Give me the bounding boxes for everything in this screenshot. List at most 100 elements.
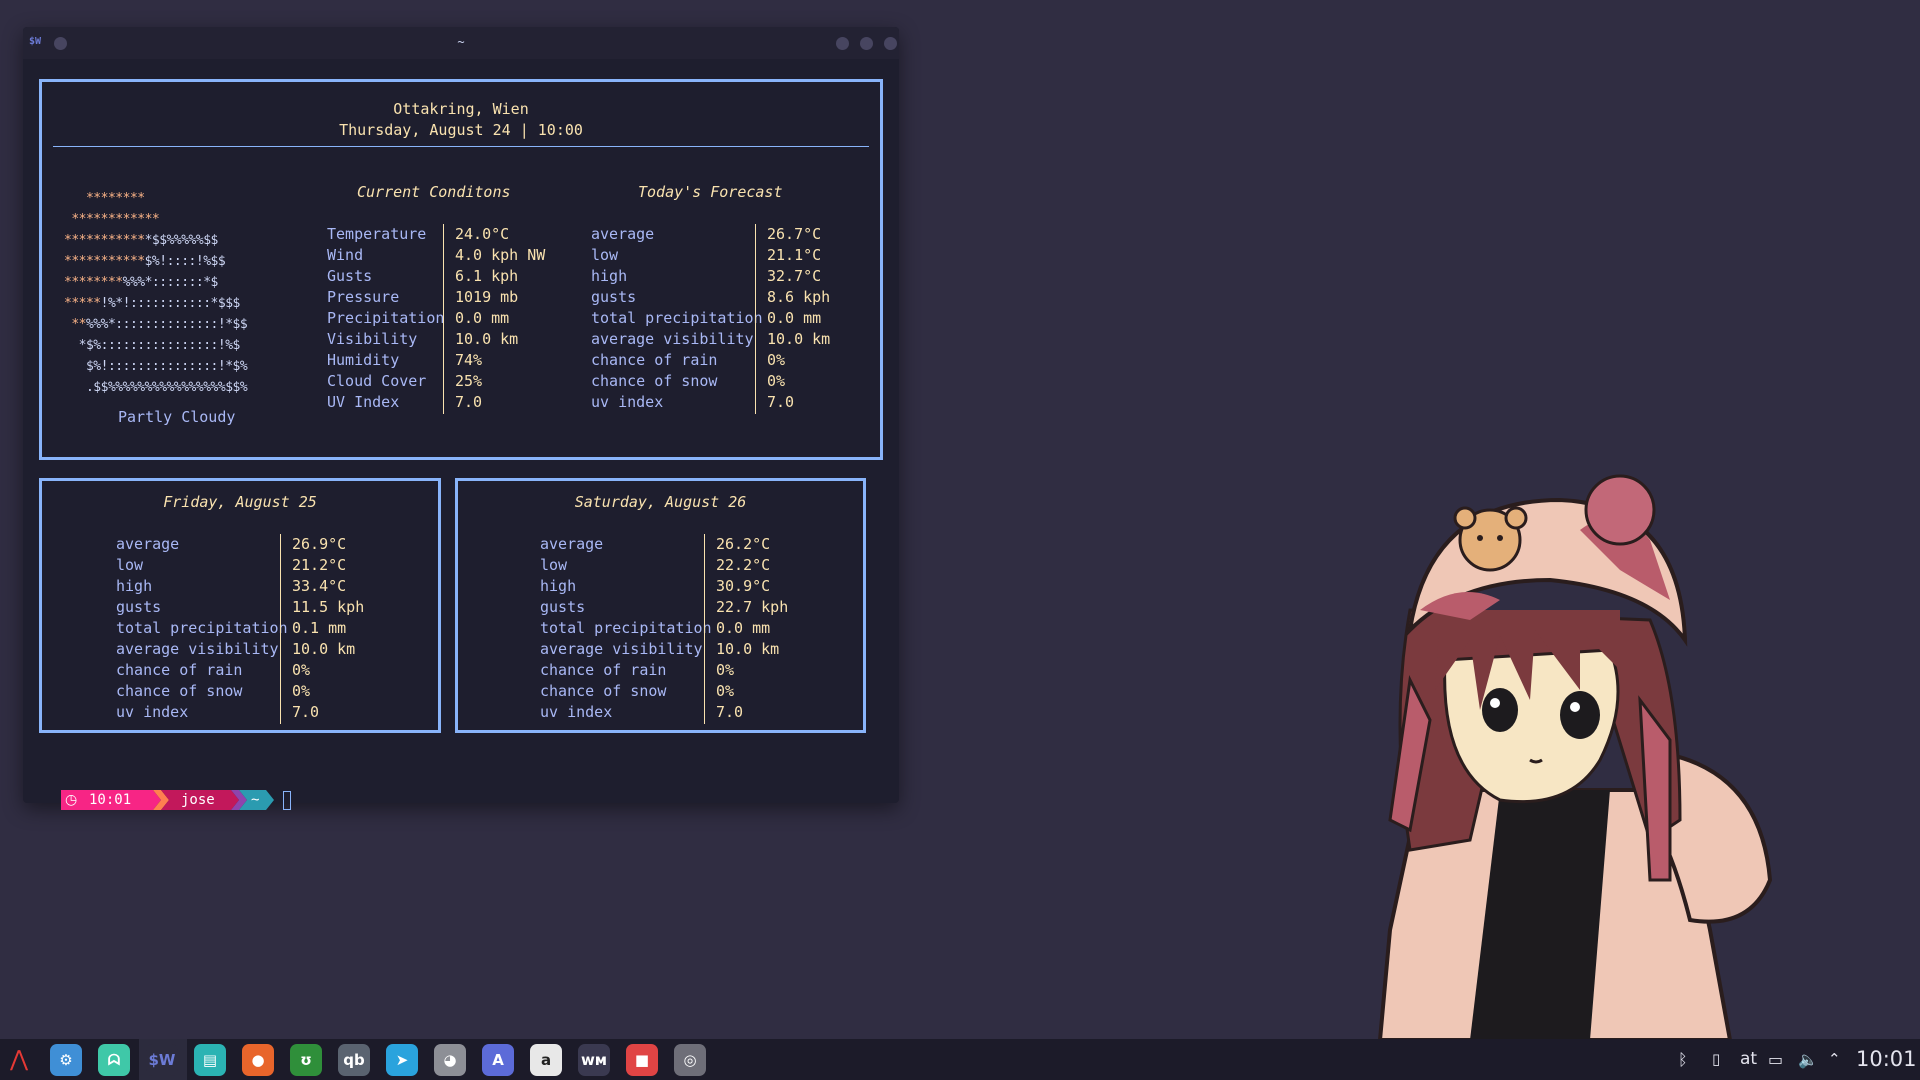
volume-icon[interactable]: 🔈 — [1798, 1039, 1818, 1080]
current-label: Temperature — [327, 224, 444, 245]
ascii-art-line: $%!:::::::::::::::!*$% — [64, 356, 247, 377]
files-icon[interactable]: ▤ — [194, 1044, 226, 1076]
forecast-value: 0% — [292, 660, 364, 681]
keyboard-layout[interactable]: at — [1740, 1039, 1757, 1080]
forecast-day1-values: 26.9°C21.2°C33.4°C11.5 kph0.1 mm10.0 km0… — [292, 534, 364, 723]
close-button[interactable] — [884, 37, 897, 50]
current-value: 7.0 — [455, 392, 545, 413]
date-time: Thursday, August 24 | 10:00 — [42, 120, 880, 141]
usb-drive-icon[interactable]: ▯ — [1712, 1039, 1720, 1080]
minimize-button[interactable] — [836, 37, 849, 50]
maximize-button[interactable] — [860, 37, 873, 50]
today-label: chance of snow — [591, 371, 763, 392]
ascii-art-line: ***********$%!::::!%$$ — [64, 251, 247, 272]
forecast-value: 10.0 km — [292, 639, 364, 660]
prompt-dir: ~ — [251, 790, 259, 810]
prompt-user: jose — [181, 790, 215, 810]
ascii-art-line: ********%%%*:::::::*$ — [64, 272, 247, 293]
today-label: average visibility — [591, 329, 763, 350]
current-values: 24.0°C4.0 kph NW6.1 kph1019 mb0.0 mm10.0… — [455, 224, 545, 413]
current-label: Wind — [327, 245, 444, 266]
recorder-icon[interactable]: ■ — [626, 1044, 658, 1076]
location: Ottakring, Wien — [42, 99, 880, 120]
forecast-day1-labels: averagelowhighguststotal precipitationav… — [116, 534, 288, 723]
app-icon[interactable]: a — [530, 1044, 562, 1076]
forecast-value: 33.4°C — [292, 576, 364, 597]
appimage-icon[interactable]: A — [482, 1044, 514, 1076]
today-label: average — [591, 224, 763, 245]
ascii-art-line: ************$$%%%%%$$ — [64, 230, 247, 251]
forecast-value: 0% — [716, 681, 788, 702]
qbittorrent-icon[interactable]: qb — [338, 1044, 370, 1076]
current-value: 10.0 km — [455, 329, 545, 350]
network-icon[interactable]: ▭ — [1768, 1039, 1783, 1080]
terminal-cursor[interactable] — [283, 791, 291, 810]
clock-icon: ◷ — [65, 790, 77, 810]
bluetooth-icon[interactable]: ᛒ — [1678, 1039, 1688, 1080]
forecast-label: average — [116, 534, 288, 555]
forecast-day1-title: Friday, August 25 — [42, 492, 438, 513]
window-title: ~ — [23, 35, 899, 49]
telegram-icon[interactable]: ➤ — [386, 1044, 418, 1076]
forecast-label: average visibility — [116, 639, 288, 660]
forecast-value: 7.0 — [716, 702, 788, 723]
settings-icon[interactable]: ⚙ — [50, 1044, 82, 1076]
today-value: 8.6 kph — [767, 287, 830, 308]
condition-text: Partly Cloudy — [118, 407, 235, 428]
forecast-day2-labels: averagelowhighguststotal precipitationav… — [540, 534, 712, 723]
forecast-day2-values: 26.2°C22.2°C30.9°C22.7 kph0.0 mm10.0 km0… — [716, 534, 788, 723]
camera-icon[interactable]: ◎ — [674, 1044, 706, 1076]
forecast-value: 11.5 kph — [292, 597, 364, 618]
forecast-value: 7.0 — [292, 702, 364, 723]
current-value: 0.0 mm — [455, 308, 545, 329]
forecast-label: gusts — [116, 597, 288, 618]
today-divider — [755, 224, 756, 414]
ascii-art-line: *$%::::::::::::::::!%$ — [64, 335, 247, 356]
today-value: 10.0 km — [767, 329, 830, 350]
today-label: high — [591, 266, 763, 287]
today-label: total precipitation — [591, 308, 763, 329]
ghost-icon[interactable]: ᗣ — [98, 1044, 130, 1076]
upwork-icon[interactable]: ʊ — [290, 1044, 322, 1076]
current-label: UV Index — [327, 392, 444, 413]
today-value: 21.1°C — [767, 245, 830, 266]
current-value: 6.1 kph — [455, 266, 545, 287]
firefox-icon[interactable]: ● — [242, 1044, 274, 1076]
gimp-icon[interactable]: ◕ — [434, 1044, 466, 1076]
terminal-icon[interactable]: $W — [146, 1044, 178, 1076]
current-value: 74% — [455, 350, 545, 371]
ascii-art-line: ******** — [64, 188, 247, 209]
current-value: 1019 mb — [455, 287, 545, 308]
forecast-value: 0% — [716, 660, 788, 681]
forecast-label: average visibility — [540, 639, 712, 660]
forecast-value: 21.2°C — [292, 555, 364, 576]
app-launcher-icon[interactable]: ⋀ — [10, 1047, 28, 1072]
wm-icon[interactable]: ᴡᴍ — [578, 1044, 610, 1076]
forecast-panel-day1: Friday, August 25 averagelowhighguststot… — [39, 478, 441, 733]
forecast-value: 26.9°C — [292, 534, 364, 555]
window-titlebar[interactable]: $W ~ — [23, 27, 899, 59]
forecast-label: chance of snow — [116, 681, 288, 702]
chevron-up-icon[interactable]: ⌃ — [1828, 1039, 1841, 1080]
forecast-day2-divider — [704, 534, 705, 724]
current-label: Gusts — [327, 266, 444, 287]
header-divider — [53, 146, 869, 147]
forecast-value: 0% — [292, 681, 364, 702]
tray-clock[interactable]: 10:01 — [1856, 1039, 1917, 1080]
forecast-label: low — [540, 555, 712, 576]
today-labels: averagelowhighguststotal precipitationav… — [591, 224, 763, 413]
today-value: 7.0 — [767, 392, 830, 413]
current-divider — [443, 224, 444, 414]
current-value: 24.0°C — [455, 224, 545, 245]
forecast-value: 30.9°C — [716, 576, 788, 597]
forecast-label: total precipitation — [116, 618, 288, 639]
forecast-label: chance of snow — [540, 681, 712, 702]
forecast-value: 26.2°C — [716, 534, 788, 555]
terminal-window[interactable]: $W ~ Ottakring, Wien Thursday, August 24… — [23, 27, 899, 803]
current-value: 25% — [455, 371, 545, 392]
forecast-label: high — [116, 576, 288, 597]
today-label: uv index — [591, 392, 763, 413]
forecast-value: 10.0 km — [716, 639, 788, 660]
forecast-label: high — [540, 576, 712, 597]
forecast-value: 0.0 mm — [716, 618, 788, 639]
